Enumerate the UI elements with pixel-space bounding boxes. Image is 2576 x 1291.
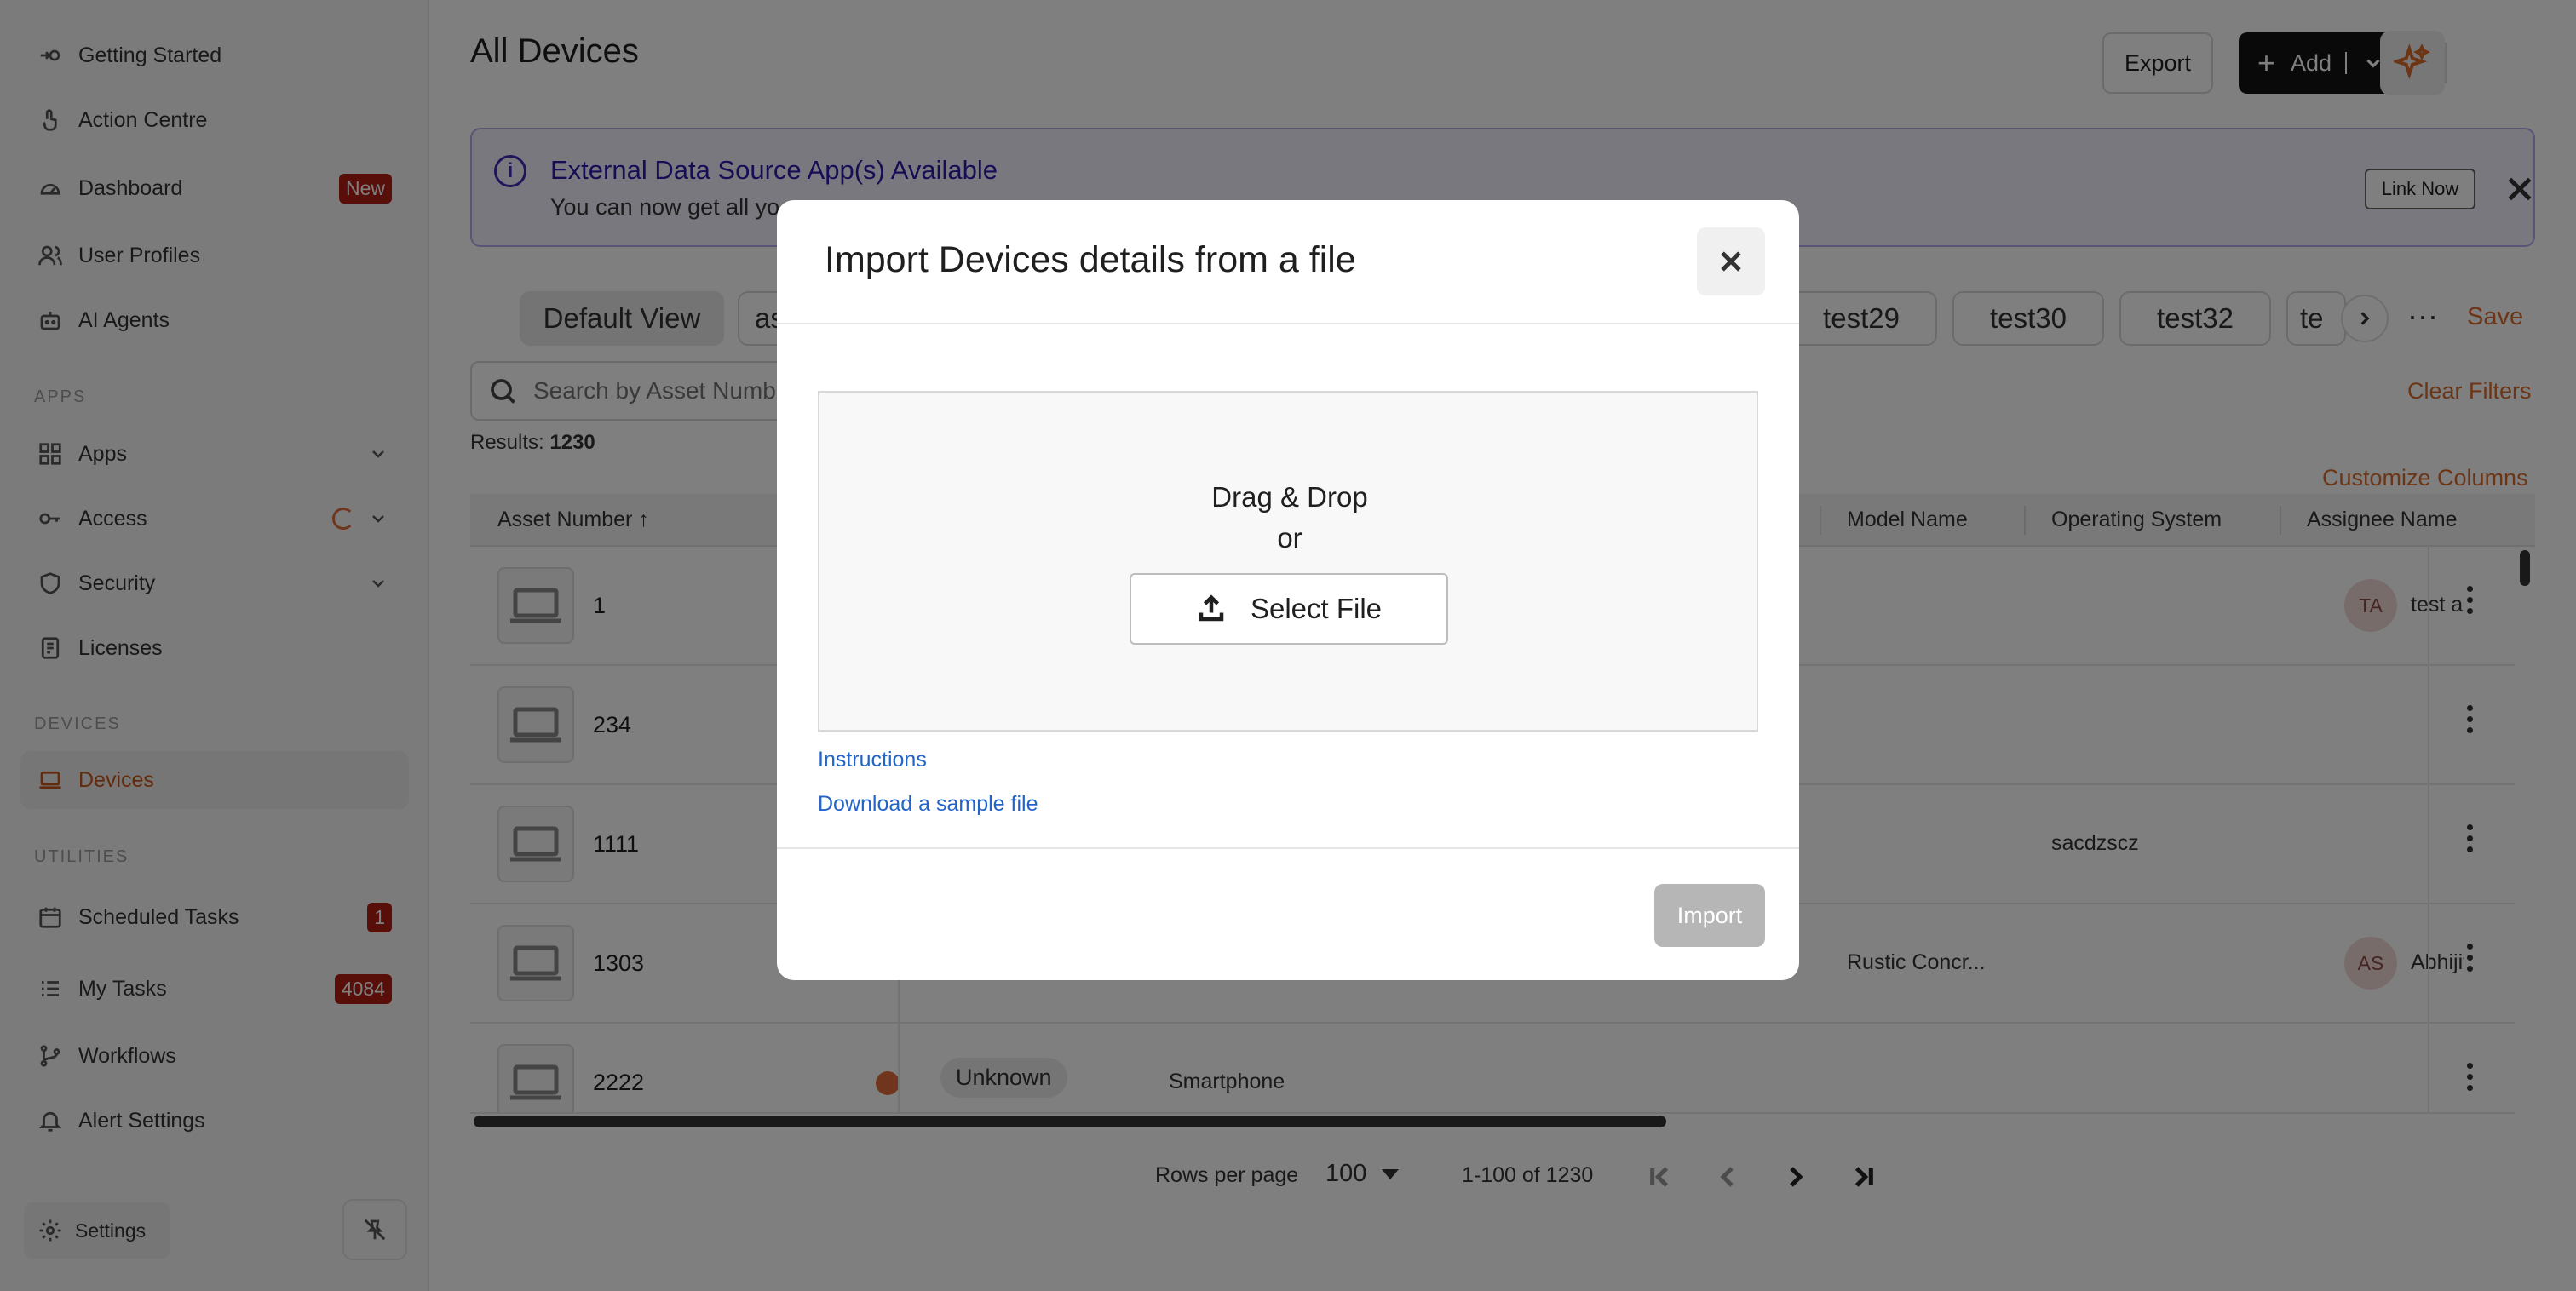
download-sample-link[interactable]: Download a sample file [818, 792, 1038, 817]
select-file-button[interactable]: Select File [1130, 573, 1448, 645]
modal-close-button[interactable] [1697, 227, 1765, 295]
instructions-link[interactable]: Instructions [818, 748, 927, 772]
close-icon [1721, 251, 1741, 272]
or-text: or [1277, 522, 1302, 554]
divider [777, 847, 1799, 849]
select-file-label: Select File [1250, 593, 1383, 624]
drag-drop-text: Drag & Drop [1211, 481, 1368, 513]
file-dropzone[interactable]: Drag & Drop or Select File [818, 391, 1758, 732]
upload-icon [1199, 594, 1224, 622]
modal-title: Import Devices details from a file [825, 239, 1356, 280]
import-button[interactable]: Import [1654, 884, 1765, 947]
divider [777, 323, 1799, 324]
import-modal: Import Devices details from a file Drag … [777, 200, 1799, 980]
